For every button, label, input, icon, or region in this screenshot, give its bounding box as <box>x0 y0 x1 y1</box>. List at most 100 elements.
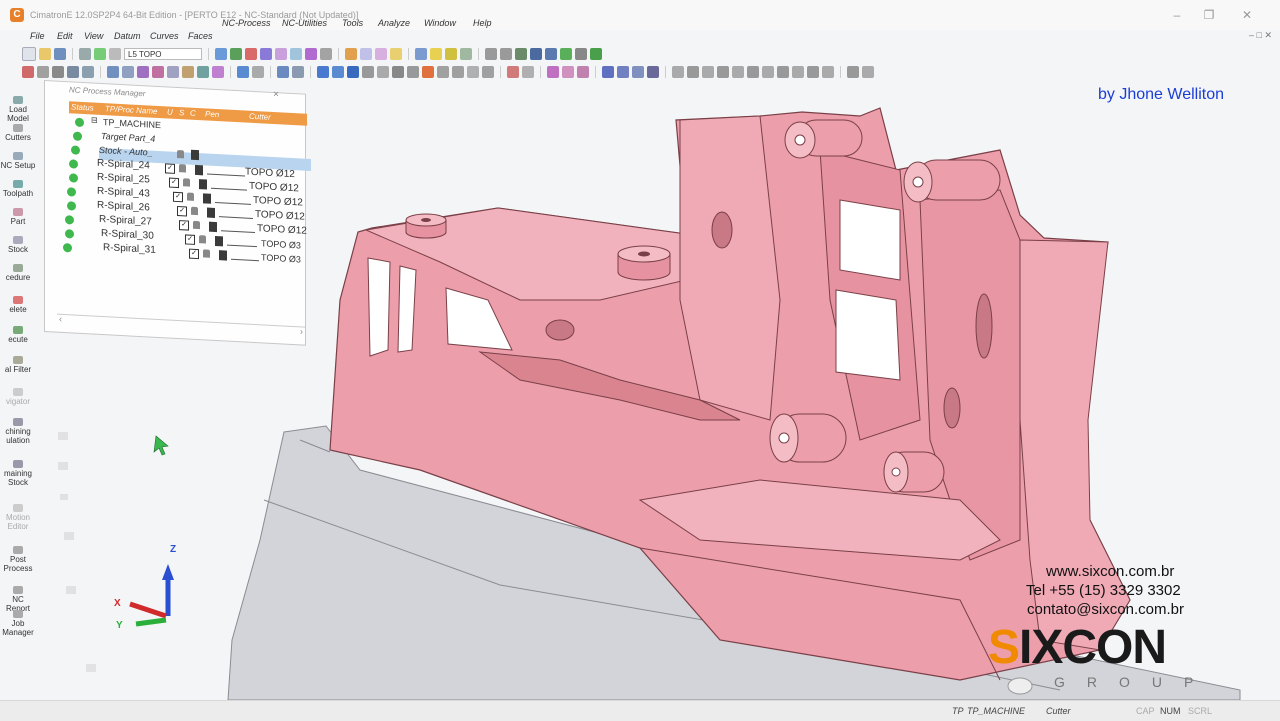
close-button[interactable]: ✕ <box>1236 6 1258 24</box>
glasses-icon[interactable] <box>187 192 194 201</box>
chain-icon[interactable] <box>822 66 834 78</box>
menu-nc-process[interactable]: NC-Process <box>222 18 271 28</box>
glasses-icon[interactable] <box>179 164 186 173</box>
snap-icon[interactable] <box>252 66 264 78</box>
nc-options-icon[interactable] <box>377 66 389 78</box>
project-icon[interactable] <box>792 66 804 78</box>
helix-icon[interactable] <box>702 66 714 78</box>
sweep-icon[interactable] <box>197 66 209 78</box>
menu-edit[interactable]: Edit <box>57 31 73 41</box>
trim-icon[interactable] <box>577 66 589 78</box>
side-part[interactable]: Part <box>0 208 36 226</box>
pick-icon[interactable] <box>37 66 49 78</box>
filter-icon[interactable] <box>460 48 472 60</box>
nc-table-icon[interactable] <box>332 66 344 78</box>
pen-color-swatch[interactable] <box>199 179 207 190</box>
light-bulb-off-icon[interactable] <box>445 48 457 60</box>
intersect-icon[interactable] <box>777 66 789 78</box>
layer-visible-icon[interactable] <box>94 48 106 60</box>
spline-icon[interactable] <box>547 66 559 78</box>
side-execute[interactable]: ecute <box>0 326 36 344</box>
menu-file[interactable]: File <box>30 31 45 41</box>
side-procedure[interactable]: cedure <box>0 264 36 282</box>
render-icon[interactable] <box>390 48 402 60</box>
open-file-icon[interactable] <box>39 48 51 60</box>
arrow-right-icon[interactable] <box>500 48 512 60</box>
side-load-model[interactable]: Load Model <box>0 96 36 123</box>
active-tool-icon[interactable] <box>422 66 434 78</box>
glasses-icon[interactable] <box>199 235 206 244</box>
col-cutter[interactable]: Cutter <box>249 111 271 124</box>
col-pen[interactable]: Pen <box>205 108 219 121</box>
ucs-icon[interactable] <box>137 66 149 78</box>
nc-tree-icon[interactable] <box>317 66 329 78</box>
window-tile-icon[interactable] <box>467 66 479 78</box>
mirror-icon[interactable] <box>632 66 644 78</box>
layer-icon[interactable] <box>79 48 91 60</box>
more-tools-icon[interactable] <box>862 66 874 78</box>
menu-help[interactable]: Help <box>473 18 492 28</box>
pen-color-swatch[interactable] <box>215 235 223 247</box>
document-window-controls[interactable]: – □ ✕ <box>1249 30 1272 41</box>
grid-icon[interactable] <box>530 48 542 60</box>
glasses-icon[interactable] <box>183 178 190 187</box>
ellipse-icon[interactable] <box>407 66 419 78</box>
filter-select-icon[interactable] <box>277 66 289 78</box>
link-icon[interactable] <box>762 66 774 78</box>
pen-color-swatch[interactable] <box>219 250 227 261</box>
side-nc-report[interactable]: NC Report <box>0 586 36 613</box>
pen-color-swatch[interactable] <box>207 207 215 218</box>
delete-entity-icon[interactable] <box>747 66 759 78</box>
side-filter[interactable]: al Filter <box>0 356 36 374</box>
transform-icon[interactable] <box>515 48 527 60</box>
pen-color-swatch[interactable] <box>209 221 217 233</box>
copy-icon[interactable] <box>617 66 629 78</box>
visibility-checkbox[interactable]: ✓ <box>173 191 183 203</box>
arrow-left-icon[interactable] <box>485 48 497 60</box>
side-simulation[interactable]: chining ulation <box>0 418 36 445</box>
zoom-in-icon[interactable] <box>437 66 449 78</box>
boundary-icon[interactable] <box>807 66 819 78</box>
scale-icon[interactable] <box>647 66 659 78</box>
sketch-icon[interactable] <box>152 66 164 78</box>
offset-icon[interactable] <box>522 66 534 78</box>
fit-icon[interactable] <box>482 66 494 78</box>
side-remaining-stock[interactable]: maining Stock <box>0 460 36 487</box>
zoom-out-icon[interactable] <box>452 66 464 78</box>
view-front-icon[interactable] <box>275 48 287 60</box>
ncpm-horizontal-scrollbar[interactable]: ‹ › <box>57 313 305 338</box>
measure-icon[interactable] <box>415 48 427 60</box>
visibility-checkbox[interactable]: ✓ <box>165 163 175 174</box>
line-icon[interactable] <box>67 66 79 78</box>
side-motion-editor[interactable]: Motion Editor <box>0 504 36 531</box>
circle-icon[interactable] <box>717 66 729 78</box>
new-file-icon[interactable] <box>22 47 36 61</box>
pan-icon[interactable] <box>230 48 242 60</box>
arc-icon[interactable] <box>82 66 94 78</box>
blend-icon[interactable] <box>212 66 224 78</box>
col-status[interactable]: Status <box>71 101 94 114</box>
col-s[interactable]: S <box>179 107 184 119</box>
view-top-icon[interactable] <box>290 48 302 60</box>
visibility-checkbox[interactable]: ✓ <box>177 205 187 217</box>
side-job-manager[interactable]: Job Manager <box>0 610 36 637</box>
glasses-icon[interactable] <box>191 206 198 216</box>
pen-color-swatch[interactable] <box>191 149 199 161</box>
active-layer-select[interactable]: L5 TOPO <box>124 48 202 60</box>
nc-columns-icon[interactable] <box>362 66 374 78</box>
menu-window[interactable]: Window <box>424 18 456 28</box>
rotate-icon[interactable] <box>245 48 257 60</box>
glasses-icon[interactable] <box>177 149 184 159</box>
menu-view[interactable]: View <box>84 31 103 41</box>
curve-draw-icon[interactable] <box>687 66 699 78</box>
point-icon[interactable] <box>52 66 64 78</box>
cylinder-icon[interactable] <box>392 66 404 78</box>
side-post-process[interactable]: Post Process <box>0 546 36 573</box>
scroll-right-icon[interactable]: › <box>300 326 303 336</box>
glasses-icon[interactable] <box>203 249 210 258</box>
menu-tools[interactable]: Tools <box>342 18 363 28</box>
line-draw-icon[interactable] <box>672 66 684 78</box>
curve-pen-icon[interactable] <box>507 66 519 78</box>
col-u[interactable]: U <box>167 106 173 118</box>
scroll-left-icon[interactable]: ‹ <box>59 314 62 324</box>
